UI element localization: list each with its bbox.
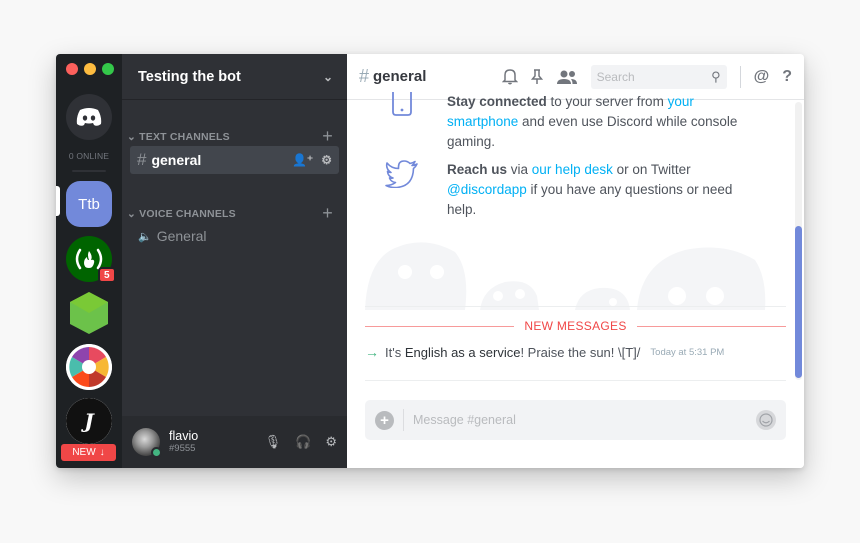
tip-text: or on Twitter: [612, 162, 691, 177]
illustration-floor: [365, 306, 786, 307]
tip-text: to your server from: [546, 94, 668, 109]
chat-area: # general Search ⚲ @ ? Stay connected to…: [347, 54, 804, 468]
message-input[interactable]: Message #general: [413, 413, 516, 427]
welcome-support-tip: Reach us via our help desk or on Twitter…: [383, 160, 764, 220]
close-window-button[interactable]: [66, 63, 78, 75]
hash-icon: #: [137, 150, 147, 169]
arrow-down-icon: ↓: [99, 447, 105, 458]
header-divider: [739, 65, 741, 88]
category-label: TEXT CHANNELS: [139, 130, 230, 143]
unread-badge: 5: [98, 267, 116, 283]
search-placeholder: Search: [596, 69, 635, 84]
gear-icon[interactable]: ⚙: [325, 434, 337, 450]
discord-logo-icon: [76, 108, 102, 126]
minimize-window-button[interactable]: [84, 63, 96, 75]
channel-sidebar: Testing the bot ⌄ ⌄ TEXT CHANNELS + # ge…: [122, 54, 347, 468]
server-flower[interactable]: [66, 344, 112, 390]
channel-title: general: [373, 68, 427, 85]
username: flavio: [169, 429, 199, 444]
caret-icon: ⌄: [127, 207, 140, 220]
flower-logo-icon: [66, 344, 112, 390]
rail-divider: [72, 170, 106, 172]
server-testing-the-bot[interactable]: Ttb: [66, 181, 112, 227]
twitter-handle-link[interactable]: @discordapp: [447, 182, 527, 197]
message-composer[interactable]: + Message #general: [365, 400, 786, 440]
empty-state-illustration: [365, 242, 766, 310]
window-controls: [66, 63, 114, 75]
help-desk-link[interactable]: our help desk: [532, 162, 613, 177]
channel-label: general: [151, 152, 202, 168]
channel-general[interactable]: # general 👤⁺ ⚙: [130, 146, 339, 174]
category-text-channels[interactable]: ⌄ TEXT CHANNELS +: [127, 126, 333, 147]
online-count: 0 ONLINE: [68, 151, 110, 161]
pin-icon[interactable]: [530, 68, 543, 85]
microphone-icon[interactable]: 🎙: [265, 434, 282, 450]
bell-icon[interactable]: [501, 68, 518, 85]
upload-plus-icon[interactable]: +: [375, 410, 394, 430]
avatar[interactable]: [132, 428, 162, 458]
smartphone-icon: [392, 92, 412, 116]
server-initials: Ttb: [78, 195, 100, 213]
voice-channel-general[interactable]: 🔈 General: [138, 228, 207, 244]
caret-icon: ⌄: [127, 130, 140, 143]
search-icon: ⚲: [711, 68, 721, 84]
category-label: VOICE CHANNELS: [139, 207, 236, 220]
nodejs-hexagon-icon: [70, 292, 108, 334]
new-messages-label: NEW MESSAGES: [524, 319, 627, 333]
add-channel-icon[interactable]: +: [322, 126, 333, 147]
twitter-bird-icon: [385, 160, 418, 188]
tip-heading: Reach us: [447, 162, 508, 177]
welcome-mobile-tip: Stay connected to your server from your …: [383, 92, 764, 152]
scrollbar-thumb[interactable]: [795, 226, 802, 378]
js-logo-icon: J: [66, 398, 112, 444]
new-unreads-button[interactable]: NEW ↓: [61, 444, 116, 461]
chevron-down-icon: ⌄: [322, 69, 333, 84]
system-message: → It's English as a service! Praise the …: [365, 344, 724, 360]
composer-divider: [403, 409, 404, 431]
message-text: ! Praise the sun! \[T]/: [520, 344, 641, 360]
server-rail: 0 ONLINE Ttb 5 J NEW ↓: [56, 54, 122, 468]
members-icon[interactable]: [556, 69, 578, 85]
new-messages-divider: NEW MESSAGES: [365, 319, 787, 333]
discord-window: 0 ONLINE Ttb 5 J NEW ↓ Testing the bot ⌄…: [56, 54, 804, 468]
user-panel: flavio #9555 🎙 🎧 ⚙: [122, 416, 347, 468]
user-discriminator: #9555: [169, 442, 196, 454]
invite-icon[interactable]: 👤⁺: [292, 153, 313, 167]
search-input[interactable]: Search ⚲: [590, 64, 727, 89]
new-label: NEW: [72, 447, 96, 458]
category-voice-channels[interactable]: ⌄ VOICE CHANNELS +: [127, 203, 333, 224]
help-icon[interactable]: ?: [782, 68, 792, 86]
message-user[interactable]: English as a service: [405, 345, 521, 360]
speaker-icon: 🔈: [138, 230, 152, 243]
server-nodejs[interactable]: [66, 290, 112, 336]
channel-settings-icon[interactable]: ⚙: [321, 153, 332, 167]
message-text: It's: [385, 344, 405, 360]
join-arrow-icon: →: [365, 344, 379, 360]
headphones-icon[interactable]: 🎧: [295, 434, 311, 450]
message-separator: [365, 380, 786, 381]
tip-heading: Stay connected: [447, 94, 547, 109]
voice-channel-label: General: [156, 228, 207, 244]
home-button[interactable]: [66, 94, 112, 140]
server-header[interactable]: Testing the bot ⌄: [122, 54, 347, 100]
server-name: Testing the bot: [138, 68, 241, 85]
tip-text: via: [507, 162, 532, 177]
maximize-window-button[interactable]: [102, 63, 114, 75]
add-channel-icon[interactable]: +: [322, 203, 333, 224]
emoji-icon[interactable]: [756, 410, 776, 430]
message-timestamp: Today at 5:31 PM: [650, 346, 725, 358]
hash-icon: #: [359, 66, 370, 86]
online-status-icon: [151, 447, 162, 458]
server-js[interactable]: J: [66, 398, 112, 444]
selected-server-indicator: [56, 186, 60, 216]
mentions-icon[interactable]: @: [754, 68, 770, 86]
